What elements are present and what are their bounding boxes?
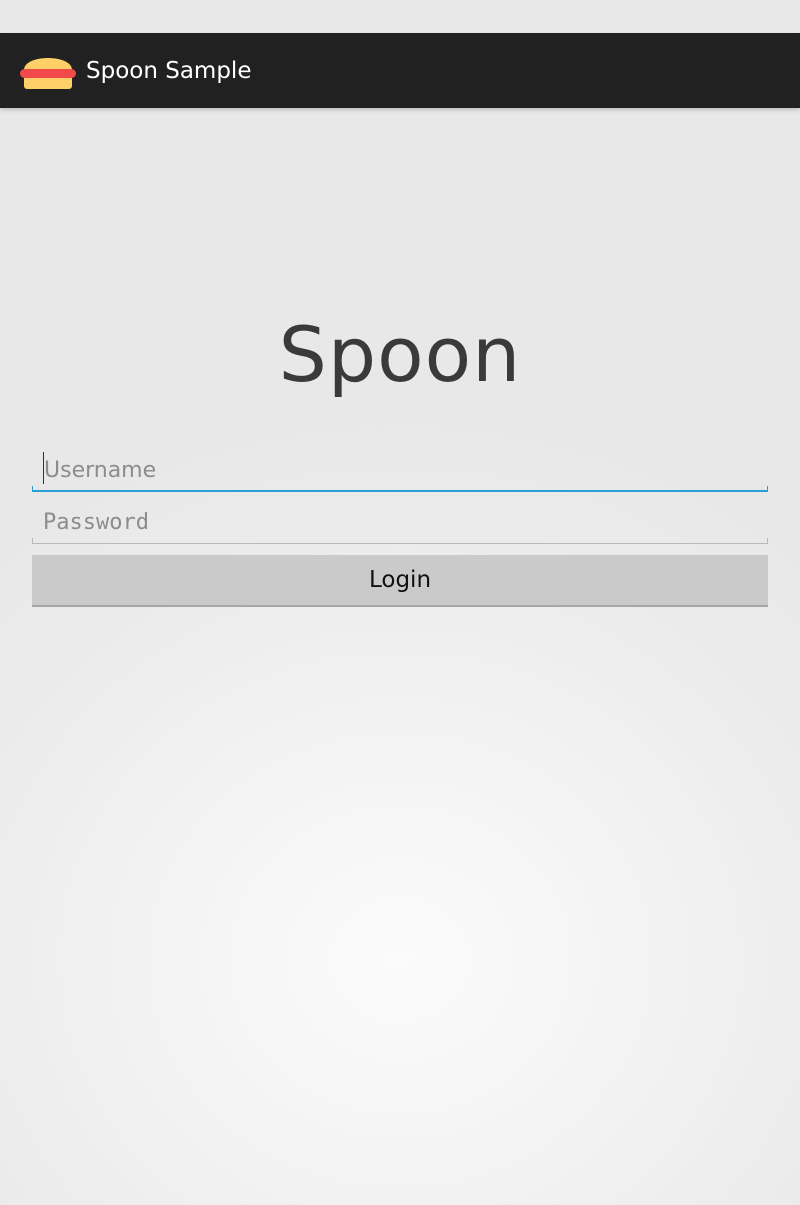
password-underline — [32, 543, 768, 544]
username-underline-tick-right — [767, 486, 768, 492]
username-underline — [32, 490, 768, 492]
burger-icon[interactable] — [18, 48, 78, 92]
page-title: Spoon — [278, 310, 522, 399]
login-button[interactable]: Login — [32, 555, 768, 607]
password-field-container — [32, 500, 768, 544]
username-field-container — [32, 448, 768, 492]
password-underline-tick-left — [32, 538, 33, 544]
password-underline-tick-right — [767, 538, 768, 544]
password-input[interactable] — [32, 500, 768, 544]
username-input[interactable] — [32, 448, 768, 492]
status-bar — [0, 0, 800, 33]
text-cursor — [43, 452, 44, 484]
app-title: Spoon Sample — [86, 58, 252, 84]
username-underline-tick-left — [32, 486, 33, 492]
action-bar: Spoon Sample — [0, 33, 800, 108]
